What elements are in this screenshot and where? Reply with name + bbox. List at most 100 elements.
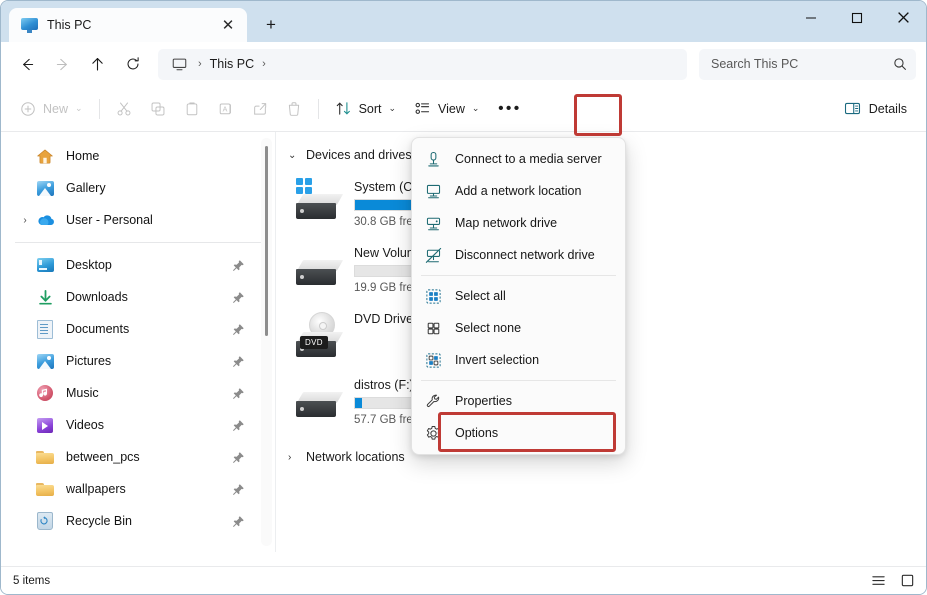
downloads-icon [35,287,55,307]
menu-item-label: Map network drive [455,216,557,230]
sidebar-item-label: Music [66,386,99,400]
divider [318,99,319,119]
view-button[interactable]: View ⌄ [405,93,488,125]
refresh-button[interactable] [116,49,149,80]
details-pane-button[interactable]: Details [835,93,916,125]
rename-button[interactable]: A [209,93,243,125]
menu-item-label: Properties [455,394,512,408]
sidebar-item-label: between_pcs [66,450,140,464]
paste-button[interactable] [175,93,209,125]
svg-text:A: A [222,105,227,113]
minimize-icon[interactable] [788,1,834,34]
menu-item-invert-selection[interactable]: Invert selection [415,344,622,376]
navigation-pane: Home Gallery › User - Personal Desktop [1,132,276,552]
sidebar-item-gallery[interactable]: Gallery [7,172,267,204]
pin-icon[interactable] [232,355,245,368]
sidebar-item-wallpapers[interactable]: wallpapers [7,473,267,505]
pin-icon[interactable] [232,259,245,272]
pin-icon[interactable] [232,323,245,336]
address-bar[interactable]: › This PC › [158,49,687,80]
list-view-icon[interactable] [869,572,887,590]
this-pc-icon [168,53,190,75]
menu-item-label: Invert selection [455,353,539,367]
chevron-down-icon[interactable]: ⌄ [288,150,298,161]
sidebar-item-videos[interactable]: Videos [7,409,267,441]
sidebar-item-between-pcs[interactable]: between_pcs [7,441,267,473]
pin-icon[interactable] [232,291,245,304]
new-tab-button[interactable]: + [255,10,287,40]
menu-item-properties[interactable]: Properties [415,385,622,417]
search-box[interactable] [699,49,916,80]
delete-button[interactable] [277,93,311,125]
recycle-bin-icon [35,511,55,531]
sidebar-item-desktop[interactable]: Desktop [7,249,267,281]
windows-drive-icon [294,178,344,240]
new-button-label: New [43,102,68,116]
sidebar-item-pictures[interactable]: Pictures [7,345,267,377]
sidebar-scrollbar-thumb[interactable] [265,146,268,336]
up-button[interactable] [81,49,114,80]
menu-item-label: Select none [455,321,521,335]
see-more-button[interactable]: ••• [488,93,531,125]
media-server-icon [424,150,442,168]
search-input[interactable] [711,57,893,71]
expand-chevron-icon[interactable]: › [15,215,35,226]
forward-button[interactable] [46,49,79,80]
breadcrumb-this-pc[interactable]: This PC [210,57,254,71]
sidebar-item-label: Recycle Bin [66,514,132,528]
pictures-icon [35,351,55,371]
menu-item-add-a-network-location[interactable]: Add a network location [415,175,622,207]
title-bar: This PC ✕ + [1,1,926,42]
sidebar-item-documents[interactable]: Documents [7,313,267,345]
breadcrumb-separator-trailing[interactable]: › [257,58,271,70]
breadcrumb-separator: › [193,58,207,70]
close-icon[interactable] [880,1,926,34]
chevron-right-icon[interactable]: › [288,452,298,463]
sidebar-item-home[interactable]: Home [7,140,267,172]
gear-icon [424,424,442,442]
sort-button[interactable]: Sort ⌄ [326,93,405,125]
search-icon[interactable] [893,57,907,71]
tab-strip: This PC ✕ + [1,1,287,42]
menu-item-options[interactable]: Options [415,417,622,449]
back-button[interactable] [11,49,44,80]
dvd-badge: DVD [300,336,328,349]
sidebar-item-label: wallpapers [66,482,126,496]
copy-button[interactable] [141,93,175,125]
menu-item-label: Select all [455,289,506,303]
sidebar-item-label: User - Personal [66,213,153,227]
pin-icon[interactable] [232,483,245,496]
file-explorer-window: This PC ✕ + [0,0,927,595]
sidebar-divider [15,242,261,243]
menu-item-map-network-drive[interactable]: Map network drive [415,207,622,239]
sidebar-item-music[interactable]: Music [7,377,267,409]
item-count-label: 5 items [13,575,50,587]
tile-view-icon[interactable] [898,572,916,590]
cut-button[interactable] [107,93,141,125]
pin-icon[interactable] [232,419,245,432]
pin-icon[interactable] [232,387,245,400]
disconnect-network-drive-icon [424,246,442,264]
sidebar-item-recycle-bin[interactable]: Recycle Bin [7,505,267,537]
menu-item-disconnect-network-drive[interactable]: Disconnect network drive [415,239,622,271]
menu-item-label: Connect to a media server [455,152,602,166]
sidebar-item-user-personal[interactable]: › User - Personal [7,204,267,236]
new-button[interactable]: New ⌄ [11,93,92,125]
maximize-icon[interactable] [834,1,880,34]
pin-icon[interactable] [232,515,245,528]
status-bar: 5 items [1,566,927,594]
windows-logo-icon [296,178,313,195]
menu-item-select-none[interactable]: Select none [415,312,622,344]
folder-icon [35,447,55,467]
tab-this-pc[interactable]: This PC ✕ [9,8,247,42]
tab-label: This PC [47,18,206,32]
sidebar-item-label: Pictures [66,354,111,368]
menu-item-connect-to-a-media-server[interactable]: Connect to a media server [415,143,622,175]
onedrive-cloud-icon [35,210,55,230]
sidebar-item-downloads[interactable]: Downloads [7,281,267,313]
menu-item-select-all[interactable]: Select all [415,280,622,312]
pin-icon[interactable] [232,451,245,464]
map-network-drive-icon [424,214,442,232]
close-tab-icon[interactable]: ✕ [215,12,241,38]
share-button[interactable] [243,93,277,125]
